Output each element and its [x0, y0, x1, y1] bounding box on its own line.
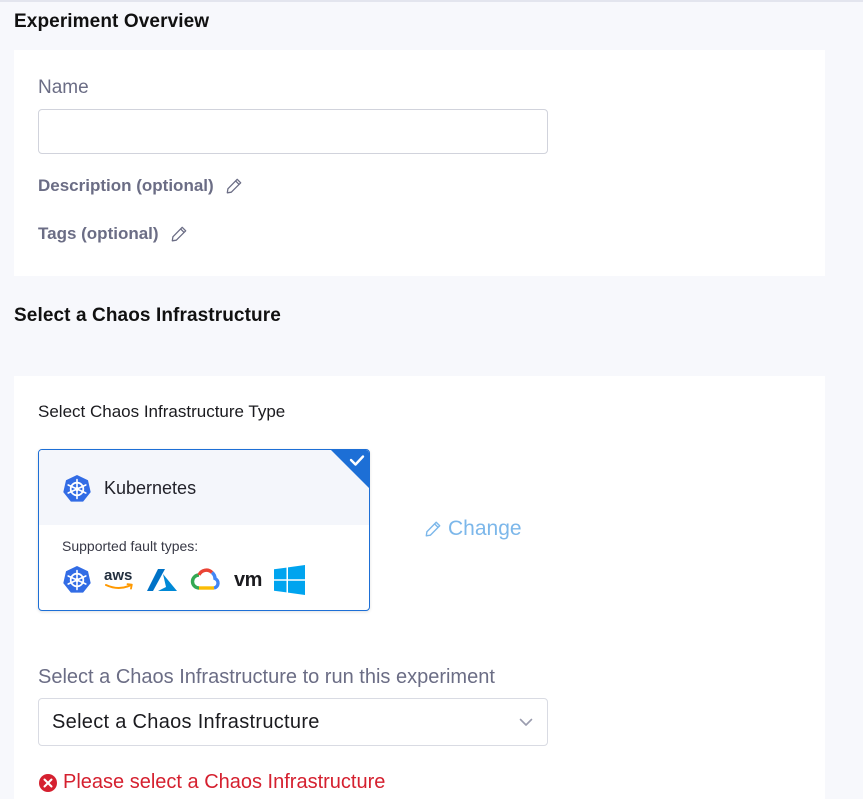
chevron-down-icon [519, 718, 533, 726]
aws-logo-text: aws [104, 567, 133, 584]
tile-header: Kubernetes [39, 450, 369, 525]
kubernetes-icon [63, 475, 91, 502]
infrastructure-type-tile-kubernetes[interactable]: Kubernetes Supported fault types: aws vm [38, 449, 370, 611]
fault-type-icons: aws vm [62, 565, 317, 595]
tile-type-name: Kubernetes [104, 478, 197, 498]
kubernetes-icon [62, 565, 92, 595]
section-title-experiment-overview: Experiment Overview [14, 11, 210, 32]
error-icon [39, 773, 57, 792]
name-input[interactable] [38, 109, 548, 154]
change-infrastructure-type-link[interactable]: Change [424, 517, 522, 541]
infrastructure-type-heading: Select Chaos Infrastructure Type [38, 402, 286, 421]
vmware-logo-icon: vm [234, 568, 262, 591]
select-value: Select a Chaos Infrastructure [52, 710, 320, 733]
pencil-icon [171, 226, 186, 242]
select-infrastructure-label: Select a Chaos Infrastructure to run thi… [38, 666, 495, 688]
change-label: Change [448, 517, 522, 540]
pencil-icon [226, 178, 242, 194]
experiment-overview-card: Name Description (optional) Tags (option… [14, 50, 825, 276]
pencil-icon [425, 521, 441, 537]
top-divider [0, 0, 863, 2]
section-title-chaos-infrastructure: Select a Chaos Infrastructure [14, 305, 281, 326]
supported-fault-types-label: Supported fault types: [62, 538, 199, 554]
chaos-infrastructure-card: Select Chaos Infrastructure Type Kuberne… [14, 376, 825, 799]
tags-label: Tags (optional) [38, 224, 159, 243]
name-label: Name [38, 77, 89, 98]
description-label: Description (optional) [38, 176, 214, 195]
azure-logo-icon [146, 567, 178, 593]
description-toggle[interactable]: Description (optional) [38, 176, 243, 196]
google-cloud-logo-icon [190, 567, 222, 593]
infrastructure-error-message: Please select a Chaos Infrastructure [38, 771, 385, 794]
chaos-infrastructure-select[interactable]: Select a Chaos Infrastructure [38, 698, 548, 746]
selected-check-icon [331, 450, 369, 488]
aws-logo-icon: aws [104, 567, 134, 591]
tags-toggle[interactable]: Tags (optional) [38, 224, 188, 244]
windows-logo-icon [273, 565, 305, 595]
error-text: Please select a Chaos Infrastructure [63, 771, 386, 793]
